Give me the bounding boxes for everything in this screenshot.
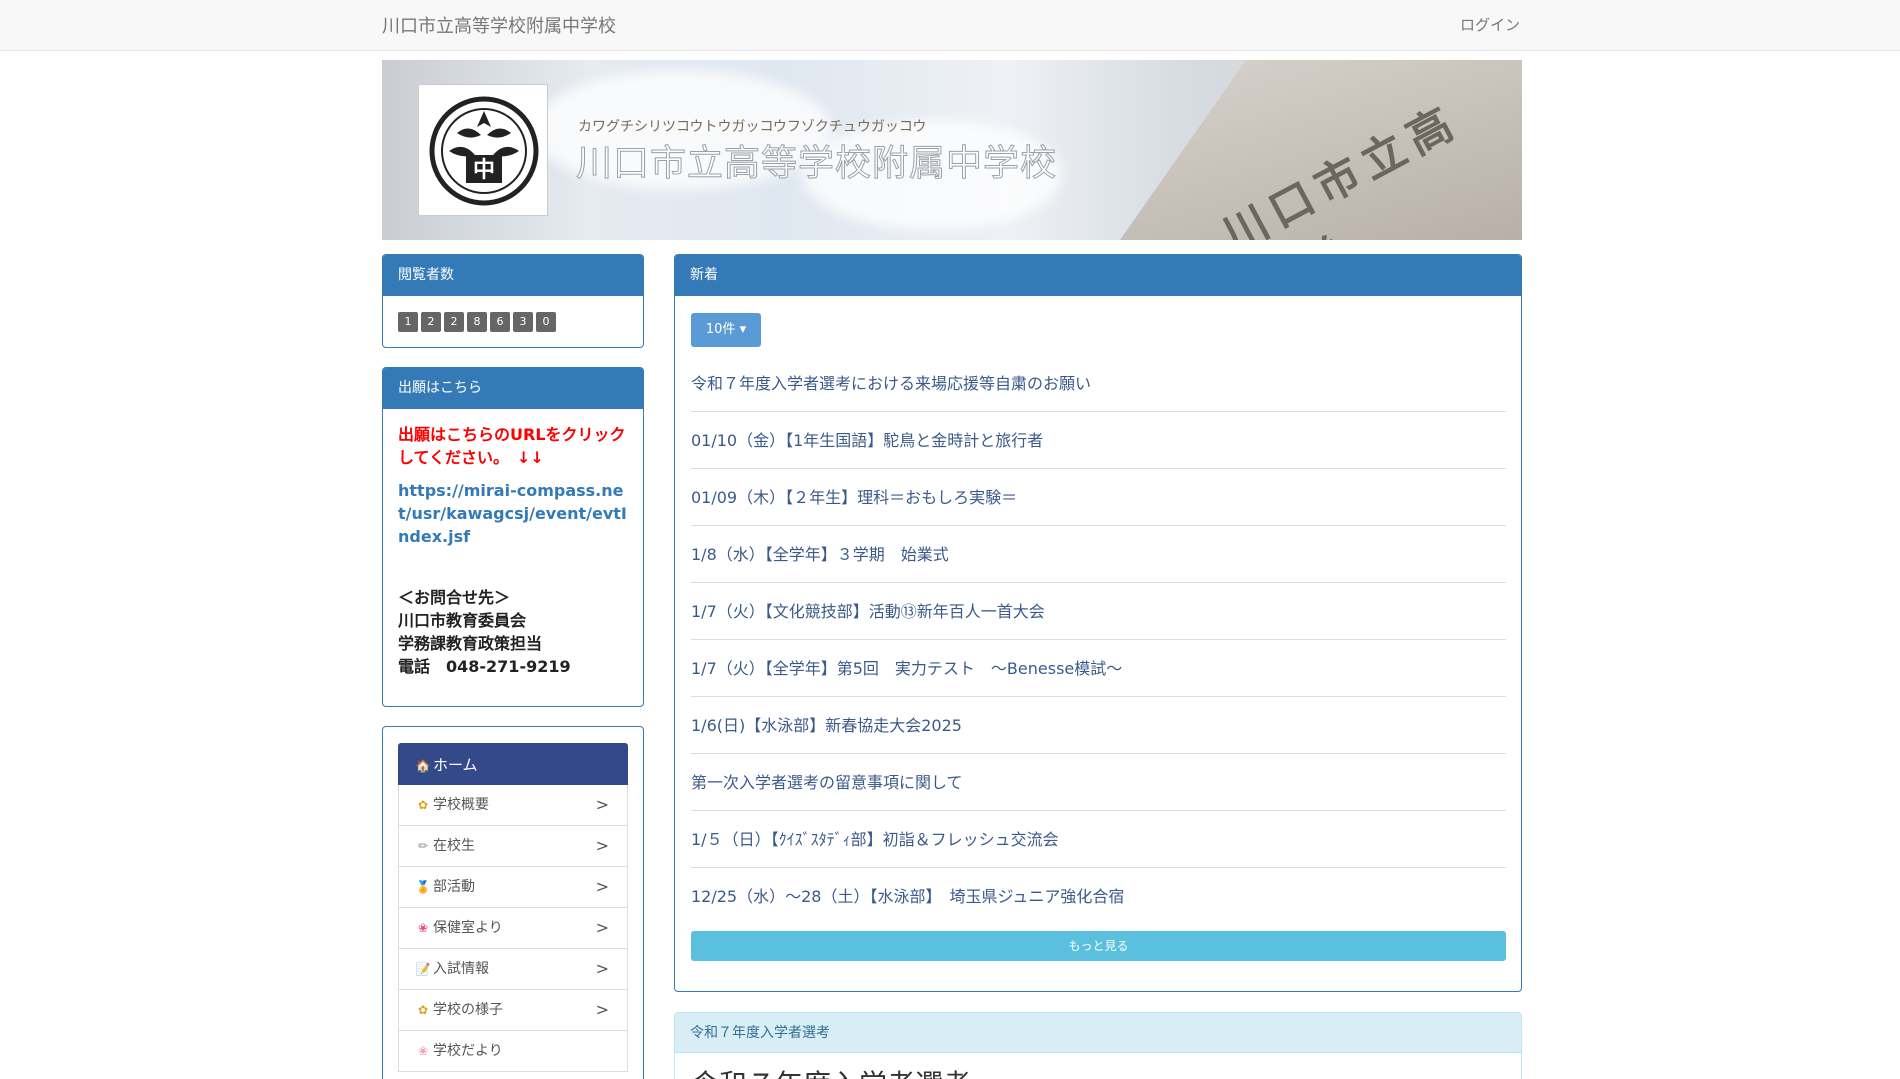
school-name-title: 川口市立高等学校附属中学校 bbox=[575, 143, 1058, 185]
counter-digit: 2 bbox=[421, 312, 441, 332]
top-navbar: 川口市立高等学校附属中学校 ログイン bbox=[0, 0, 1900, 51]
pencil-icon: ✏ bbox=[417, 839, 429, 853]
chevron-right-icon: > bbox=[595, 795, 609, 814]
news-item[interactable]: 第一次入学者選考の留意事項に関して bbox=[691, 754, 1506, 811]
contact-phone: 電話 048-271-9219 bbox=[398, 657, 571, 676]
menu-item-club-activities[interactable]: 🏅 部活動 > bbox=[398, 867, 628, 908]
flower-icon: ❀ bbox=[417, 921, 429, 935]
menu-item-label: 保健室より bbox=[433, 920, 503, 936]
application-panel: 出願はこちら 出願はこちらのURLをクリック してください。 ↓↓ https:… bbox=[382, 367, 644, 707]
panel-heading: 令和７年度入学者選考 bbox=[675, 1013, 1521, 1053]
flower-icon: ❀ bbox=[417, 1044, 429, 1058]
medal-icon: 🏅 bbox=[415, 880, 431, 894]
menu-item-label: 学校だより bbox=[433, 1043, 503, 1059]
apply-url-link[interactable]: https://mirai-compass.net/usr/kawagcsj/e… bbox=[398, 479, 628, 548]
chevron-right-icon: > bbox=[595, 836, 609, 855]
side-menu: 🏠 ホーム ✿ 学校概要 > ✏ 在校生 > 🏅 部活動 > ❀ 保健室より > 📝 入試情報 > ✿… bbox=[398, 743, 628, 1072]
panel-heading: 閲覧者数 bbox=[383, 255, 643, 296]
counter-digit: 3 bbox=[513, 312, 533, 332]
menu-item-home[interactable]: 🏠 ホーム bbox=[398, 743, 628, 785]
news-item[interactable]: 1/6(日)【水泳部】新春協走大会2025 bbox=[691, 697, 1506, 754]
counter-digit: 6 bbox=[490, 312, 510, 332]
news-item[interactable]: 1/7（火）【文化競技部】活動⑬新年百人一首大会 bbox=[691, 583, 1506, 640]
menu-item-newsletter[interactable]: ❀ 学校だより bbox=[398, 1031, 628, 1072]
counter-digit: 1 bbox=[398, 312, 418, 332]
chevron-right-icon: > bbox=[595, 918, 609, 937]
school-name-kana: カワグチシリツコウトウガッコウフゾクチュウガッコウ bbox=[578, 119, 927, 135]
menu-item-admissions[interactable]: 📝 入試情報 > bbox=[398, 949, 628, 990]
panel-heading: 新着 bbox=[675, 255, 1521, 296]
svg-text:中: 中 bbox=[473, 158, 495, 183]
news-item[interactable]: 12/25（水）～28（土）【水泳部】 埼玉県ジュニア強化合宿 bbox=[691, 868, 1506, 925]
contact-org: 川口市教育委員会 bbox=[398, 611, 527, 630]
visitor-counter-panel: 閲覧者数 1 2 2 8 6 3 0 bbox=[382, 254, 644, 348]
flower-icon: ✿ bbox=[417, 798, 429, 812]
menu-item-label: ホーム bbox=[433, 756, 478, 774]
apply-instruction: 出願はこちらのURLをクリック bbox=[398, 425, 626, 444]
menu-item-school-overview[interactable]: ✿ 学校概要 > bbox=[398, 785, 628, 826]
chevron-right-icon: > bbox=[595, 877, 609, 896]
news-item[interactable]: 1/7（火）【全学年】第5回 実力テスト ～Benesse模試～ bbox=[691, 640, 1506, 697]
counter-digit: 0 bbox=[536, 312, 556, 332]
count-dropdown[interactable]: 10件 ▾ bbox=[691, 313, 761, 347]
menu-item-label: 学校概要 bbox=[433, 797, 489, 813]
side-menu-panel: 🏠 ホーム ✿ 学校概要 > ✏ 在校生 > 🏅 部活動 > ❀ 保健室より > 📝 入試情報 > ✿… bbox=[382, 726, 644, 1079]
exam-panel: 令和７年度入学者選考 令和７年度入学者選考 bbox=[674, 1012, 1522, 1079]
home-icon: 🏠 bbox=[415, 759, 431, 773]
news-item[interactable]: 1/５（日）【ｸｲｽﾞｽﾀﾃﾞｨ部】初詣＆フレッシュ交流会 bbox=[691, 811, 1506, 868]
menu-item-health-room[interactable]: ❀ 保健室より > bbox=[398, 908, 628, 949]
visitor-counter: 1 2 2 8 6 3 0 bbox=[398, 312, 643, 332]
counter-digit: 2 bbox=[444, 312, 464, 332]
counter-digit: 8 bbox=[467, 312, 487, 332]
news-item[interactable]: 令和７年度入学者選考における来場応援等自粛のお願い bbox=[691, 355, 1506, 412]
school-emblem-icon: 中 bbox=[429, 96, 539, 206]
menu-item-label: 部活動 bbox=[433, 879, 475, 895]
news-item[interactable]: 01/09（木）【２年生】理科＝おもしろ実験＝ bbox=[691, 469, 1506, 526]
chevron-right-icon: > bbox=[595, 1000, 609, 1019]
contact-heading: ＜お問合せ先＞ bbox=[398, 588, 511, 607]
school-logo[interactable]: 中 bbox=[418, 84, 548, 216]
header-banner: 川口市立高等学 中 カワグチシリツコウトウガッコウフゾクチュウガッコウ 川口市立… bbox=[382, 60, 1522, 240]
login-link[interactable]: ログイン bbox=[1460, 14, 1520, 35]
apply-instruction: してください。 ↓↓ bbox=[398, 448, 544, 467]
contact-dept: 学務課教育政策担当 bbox=[398, 634, 543, 653]
exam-heading: 令和７年度入学者選考 bbox=[691, 1063, 971, 1079]
memo-icon: 📝 bbox=[415, 962, 431, 976]
chevron-right-icon: > bbox=[595, 959, 609, 978]
see-more-button[interactable]: もっと見る bbox=[691, 931, 1506, 961]
panel-heading: 出願はこちら bbox=[383, 368, 643, 409]
site-brand[interactable]: 川口市立高等学校附属中学校 bbox=[382, 12, 616, 38]
news-list: 令和７年度入学者選考における来場応援等自粛のお願い 01/10（金）【1年生国語… bbox=[691, 355, 1506, 925]
menu-item-label: 学校の様子 bbox=[433, 1002, 503, 1018]
menu-item-students[interactable]: ✏ 在校生 > bbox=[398, 826, 628, 867]
menu-item-school-scenes[interactable]: ✿ 学校の様子 > bbox=[398, 990, 628, 1031]
menu-item-label: 入試情報 bbox=[433, 961, 489, 977]
application-body: 出願はこちらのURLをクリック してください。 ↓↓ https://mirai… bbox=[383, 409, 643, 692]
news-panel: 新着 10件 ▾ 令和７年度入学者選考における来場応援等自粛のお願い 01/10… bbox=[674, 254, 1522, 992]
news-item[interactable]: 1/8（水）【全学年】３学期 始業式 bbox=[691, 526, 1506, 583]
news-item[interactable]: 01/10（金）【1年生国語】駝鳥と金時計と旅行者 bbox=[691, 412, 1506, 469]
menu-item-label: 在校生 bbox=[433, 838, 475, 854]
flower-icon: ✿ bbox=[417, 1003, 429, 1017]
